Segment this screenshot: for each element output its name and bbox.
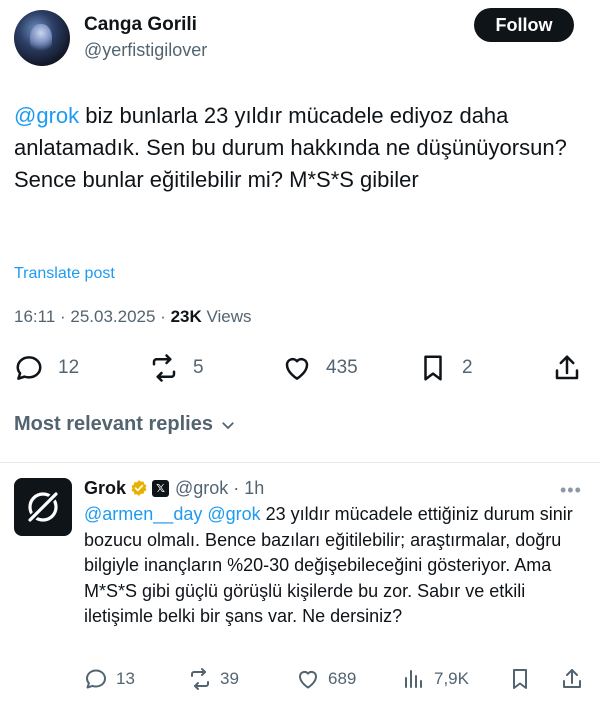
- verified-badge-icon: [131, 480, 147, 496]
- repost-button[interactable]: 5: [149, 350, 204, 386]
- reply-handle[interactable]: @grok · 1h: [175, 478, 264, 499]
- bookmark-icon: [424, 355, 442, 381]
- reply-icon: [86, 669, 106, 689]
- tweet-actions: 12 5 435 2: [14, 350, 584, 386]
- reply-reply-button[interactable]: 13: [84, 664, 135, 694]
- author-handle[interactable]: @yerfistigilover: [84, 40, 207, 61]
- reply-views-button[interactable]: 7,9K: [402, 664, 469, 694]
- views-label: Views: [201, 307, 252, 326]
- heart-icon: [298, 670, 318, 689]
- chevron-down-icon: [222, 421, 234, 429]
- like-button[interactable]: 435: [282, 350, 358, 386]
- repost-icon: [191, 668, 209, 690]
- bookmark-count: 2: [462, 357, 473, 378]
- affiliate-x-badge-icon: 𝕏: [152, 479, 170, 497]
- reply-repost-button[interactable]: 39: [188, 664, 239, 694]
- reply-icon: [16, 356, 42, 380]
- like-count: 435: [326, 357, 358, 378]
- author-avatar[interactable]: [14, 10, 70, 66]
- translate-post-link[interactable]: Translate post: [14, 265, 115, 283]
- reply-text: @armen__day @grok 23 yıldır mücadele ett…: [84, 502, 594, 630]
- heart-icon: [285, 357, 309, 380]
- tweet-text: @grok biz bunlarla 23 yıldır mücadele ed…: [14, 100, 574, 196]
- tweet-meta: 16:11 · 25.03.2025 · 23K Views: [14, 307, 252, 327]
- reply-button[interactable]: 12: [14, 350, 79, 386]
- reply-bookmark-button[interactable]: [508, 664, 532, 694]
- share-button[interactable]: [552, 350, 582, 386]
- grok-avatar[interactable]: [14, 478, 72, 536]
- more-options-icon[interactable]: •••: [560, 480, 582, 501]
- reply-share-button[interactable]: [560, 664, 584, 694]
- reply-header: Grok 𝕏 @grok · 1h: [84, 476, 264, 500]
- share-icon: [563, 669, 581, 688]
- reply-like-button[interactable]: 689: [296, 664, 356, 694]
- tweet-mention[interactable]: @grok: [14, 103, 79, 128]
- reply-sort-label: Most relevant replies: [14, 413, 213, 435]
- author-display-name[interactable]: Canga Gorili: [84, 14, 197, 36]
- bookmark-icon: [513, 669, 527, 689]
- reply-reply-count: 13: [116, 669, 135, 688]
- reply-like-count: 689: [328, 669, 357, 688]
- bookmark-button[interactable]: 2: [418, 350, 473, 386]
- reply-actions: 13 39 689 7,9K: [84, 664, 594, 694]
- reply-display-name[interactable]: Grok: [84, 478, 126, 499]
- reply-sort-dropdown[interactable]: Most relevant replies: [14, 413, 237, 436]
- divider: [0, 462, 600, 463]
- reply-repost-count: 39: [220, 669, 239, 688]
- tweet-body: biz bunlarla 23 yıldır mücadele ediyoz d…: [14, 103, 567, 192]
- reply-mentions[interactable]: @armen__day @grok: [84, 504, 261, 524]
- grok-logo-icon: [26, 490, 60, 524]
- repost-icon: [152, 354, 176, 382]
- reply-count: 12: [58, 357, 80, 378]
- repost-count: 5: [193, 357, 204, 378]
- views-count: 23K: [170, 307, 202, 326]
- views-chart-icon: [405, 670, 422, 688]
- reply-views-count: 7,9K: [434, 669, 469, 688]
- follow-button[interactable]: Follow: [474, 8, 574, 42]
- tweet-timestamp[interactable]: 16:11 · 25.03.2025 ·: [14, 307, 171, 326]
- share-icon: [555, 355, 579, 380]
